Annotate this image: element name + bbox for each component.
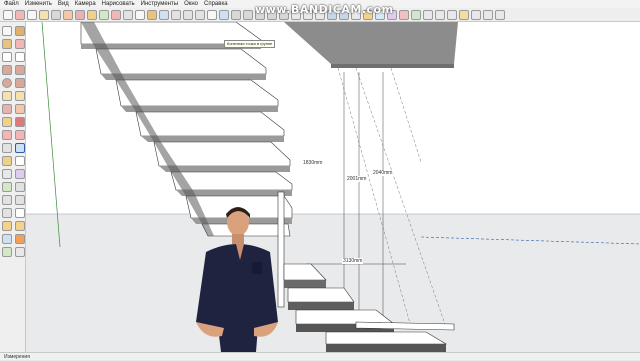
zoom-extents-icon[interactable] — [2, 208, 12, 218]
3d-text-icon[interactable] — [15, 169, 25, 179]
menu-edit[interactable]: Изменить — [25, 0, 52, 8]
text-icon[interactable] — [15, 156, 25, 166]
arc-icon[interactable] — [2, 91, 12, 101]
previous-view-icon[interactable] — [15, 208, 25, 218]
circle-icon[interactable] — [2, 78, 12, 88]
zoom-extents-icon[interactable] — [195, 9, 205, 20]
select-icon[interactable] — [3, 9, 13, 20]
zoom-icon[interactable] — [2, 195, 12, 205]
status-bar: Измерения — [0, 352, 640, 360]
position-camera-icon[interactable] — [2, 221, 12, 231]
rectangle-icon[interactable] — [51, 9, 61, 20]
rectangle-icon[interactable] — [2, 65, 12, 75]
push-pull-icon[interactable] — [63, 9, 73, 20]
polygon-icon[interactable] — [15, 78, 25, 88]
previous-view-icon[interactable] — [207, 9, 217, 20]
scale-icon[interactable] — [99, 9, 109, 20]
line-icon[interactable] — [2, 52, 12, 62]
line-icon[interactable] — [27, 9, 37, 20]
look-around-icon[interactable] — [2, 234, 12, 244]
dimension-label-2040[interactable]: 2040mm — [372, 170, 394, 176]
ruby-icon[interactable] — [399, 9, 409, 20]
paint-bucket-icon[interactable] — [147, 9, 157, 20]
green-axis — [41, 22, 61, 248]
tape-measure-icon[interactable] — [2, 143, 12, 153]
pan-icon[interactable] — [171, 9, 181, 20]
move-icon[interactable] — [2, 104, 12, 114]
zoom-icon[interactable] — [183, 9, 193, 20]
zoom-window-icon[interactable] — [15, 195, 25, 205]
orbit-icon[interactable] — [2, 182, 12, 192]
dimension-label-2001[interactable]: 2001mm — [346, 176, 368, 182]
match-photo-icon[interactable] — [483, 9, 493, 20]
section-icon[interactable] — [423, 9, 433, 20]
dimension-icon[interactable] — [15, 143, 25, 153]
offset-icon[interactable] — [15, 130, 25, 140]
push-pull-icon[interactable] — [15, 104, 25, 114]
rotate-icon[interactable] — [2, 117, 12, 127]
sandbox-icon[interactable] — [2, 247, 12, 257]
dimension-label-1830[interactable]: 1830mm — [302, 160, 324, 166]
fog-icon[interactable] — [471, 9, 481, 20]
pan-icon[interactable] — [15, 182, 25, 192]
move-icon[interactable] — [75, 9, 85, 20]
menu-window[interactable]: Окно — [184, 0, 198, 8]
pie-icon[interactable] — [15, 91, 25, 101]
menu-camera[interactable]: Камера — [75, 0, 96, 8]
eraser-icon[interactable] — [15, 39, 25, 49]
walk-icon[interactable] — [15, 221, 25, 231]
paint-bucket-icon[interactable] — [2, 39, 12, 49]
offset-icon[interactable] — [111, 9, 121, 20]
section-plane-icon[interactable] — [15, 234, 25, 244]
axes-icon[interactable] — [2, 169, 12, 179]
tools-sidebar — [0, 22, 26, 352]
component-icon[interactable] — [15, 26, 25, 36]
dimension-label-3130[interactable]: 3130mm — [342, 258, 364, 264]
text-icon[interactable] — [135, 9, 145, 20]
rotate-icon[interactable] — [87, 9, 97, 20]
menu-view[interactable]: Вид — [58, 0, 69, 8]
axes-icon[interactable] — [435, 9, 445, 20]
components-icon[interactable] — [411, 9, 421, 20]
menu-help[interactable]: Справка — [204, 0, 228, 8]
guides-icon[interactable] — [447, 9, 457, 20]
eraser-icon[interactable] — [15, 9, 25, 20]
top-view-icon[interactable] — [231, 9, 241, 20]
recording-watermark: www.BANDICAM.com — [255, 3, 394, 16]
menu-tools[interactable]: Инструменты — [141, 0, 178, 8]
styles-icon[interactable] — [495, 9, 505, 20]
protractor-icon[interactable] — [2, 156, 12, 166]
front-view-icon[interactable] — [243, 9, 253, 20]
model-viewport[interactable] — [26, 22, 640, 352]
rotated-rectangle-icon[interactable] — [15, 65, 25, 75]
tape-measure-icon[interactable] — [123, 9, 133, 20]
orbit-icon[interactable] — [159, 9, 169, 20]
menu-draw[interactable]: Нарисовать — [102, 0, 135, 8]
upper-slab — [284, 22, 458, 64]
measurements-label: Измерения — [4, 354, 30, 360]
dynamic-icon[interactable] — [15, 247, 25, 257]
menu-file[interactable]: Файл — [4, 0, 19, 8]
follow-me-icon[interactable] — [15, 117, 25, 127]
stair-flight-upper[interactable] — [80, 22, 293, 237]
freehand-icon[interactable] — [15, 52, 25, 62]
shadows-icon[interactable] — [459, 9, 469, 20]
iso-view-icon[interactable] — [219, 9, 229, 20]
snap-tooltip: Конечная точка в группе — [224, 40, 276, 48]
stair-post — [277, 191, 285, 308]
select-icon[interactable] — [2, 26, 12, 36]
stair-scene — [26, 22, 640, 352]
arc-icon[interactable] — [39, 9, 49, 20]
scale-icon[interactable] — [2, 130, 12, 140]
